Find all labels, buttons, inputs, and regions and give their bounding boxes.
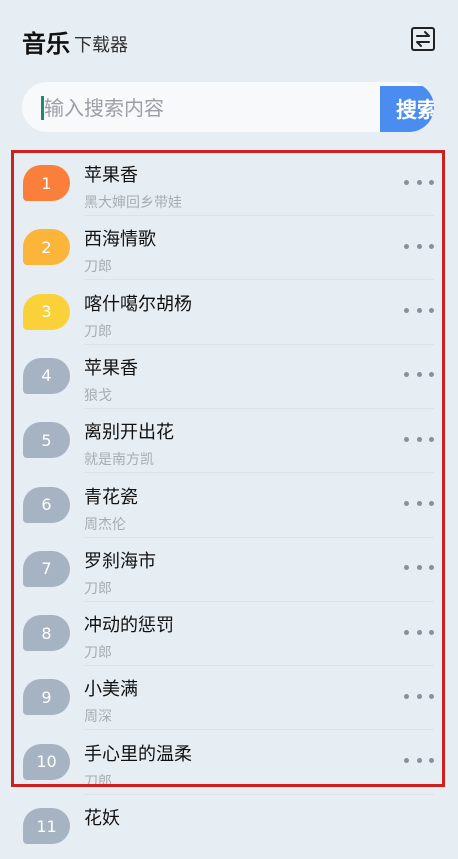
dot [404,565,409,571]
song-artist: 刀郎 [84,259,112,276]
dot [404,436,409,442]
dot [429,372,434,378]
song-artist: 刀郎 [84,773,112,790]
song-row[interactable]: 8 冲动的惩罚刀郎 [0,602,458,667]
rank-badge: 8 [23,615,70,652]
dot [416,243,422,249]
dot [416,179,422,185]
song-artist: 刀郎 [84,580,112,597]
more-options-icon[interactable] [404,494,434,514]
dot [416,436,422,442]
song-list: 1 苹果香 黑大婶回乡带娃 2 西海情歌 刀郎 3 喀什噶尔胡杨 刀郎 4 苹果香 狼戈 5 离别开出花就… [0,152,458,844]
dot [404,758,409,764]
search-bar: 搜索 [22,82,434,132]
song-title: 花妖 [84,808,120,829]
more-options-icon[interactable] [404,622,434,642]
switch-arrows-icon[interactable] [410,26,436,52]
song-artist: 黑大婶回乡带娃 [84,195,182,211]
more-options-icon[interactable] [404,236,434,256]
dot [429,308,434,314]
more-options-icon[interactable] [404,558,434,578]
song-row[interactable]: 6 青花瓷周杰伦 [0,474,458,538]
song-title: 冲动的惩罚 [84,615,174,637]
dot [429,436,434,442]
dot [416,565,422,571]
song-title: 手心里的温柔 [84,743,192,765]
rank-badge: 5 [23,422,70,459]
search-button[interactable]: 搜索 [380,86,434,132]
song-title: 青花瓷 [84,486,138,508]
dot [404,501,409,506]
song-row[interactable]: 1 苹果香黑大婶回乡带娃 [0,152,458,216]
dot [416,372,422,378]
song-row[interactable]: 7 罗刹海市刀郎 [0,538,458,602]
song-row[interactable]: 2 西海情歌刀郎 [0,216,458,281]
song-artist: 周杰伦 [84,516,126,533]
rank-badge: 2 [23,229,70,266]
more-options-icon[interactable] [404,172,434,192]
dot [416,693,422,699]
song-title: 苹果香 [84,357,138,379]
song-row[interactable]: 4 苹果香狼戈 [0,345,458,409]
song-title: 喀什噶尔胡杨 [84,293,192,315]
rank-badge: 6 [23,486,70,523]
song-artist: 狼戈 [84,387,112,404]
song-title: 罗刹海市 [84,550,156,572]
song-title: 西海情歌 [84,229,156,251]
song-artist: 周深 [84,709,112,726]
app-header: 音乐 下载器 [0,0,458,80]
song-artist: 刀郎 [84,645,112,662]
more-options-icon[interactable] [404,429,434,449]
song-row[interactable]: 5 离别开出花就是南方凯 [0,409,458,474]
song-artist: 刀郎 [84,323,112,340]
dot [429,243,434,249]
dot [404,179,409,185]
dot [429,501,434,506]
more-options-icon[interactable] [404,751,434,771]
song-artist: 就是南方凯 [84,452,154,469]
dot [429,179,434,185]
rank-badge: 9 [23,679,70,716]
app-subtitle: 下载器 [74,35,128,56]
more-options-icon[interactable] [404,365,434,385]
dot [404,372,409,378]
dot [416,308,422,314]
dot [416,501,422,506]
more-options-icon[interactable] [404,301,434,321]
rank-badge: 1 [23,165,70,201]
song-row[interactable]: 9 小美满周深 [0,666,458,731]
dot [429,629,434,635]
dot [429,758,434,764]
dot [429,693,434,699]
dot [404,243,409,249]
song-row[interactable]: 3 喀什噶尔胡杨刀郎 [0,281,458,345]
rank-badge: 3 [23,293,70,330]
song-title: 小美满 [84,679,138,701]
dot [404,308,409,314]
dot [416,629,422,635]
app-title: 音乐 [22,30,70,58]
song-title: 离别开出花 [84,422,174,444]
dot [429,565,434,571]
song-row[interactable]: 11 花妖 [0,795,458,859]
song-title: 苹果香 [84,165,138,186]
search-input[interactable] [42,82,376,132]
dot [404,629,409,635]
song-row[interactable]: 10 手心里的温柔刀郎 [0,731,458,795]
rank-badge: 4 [23,357,70,394]
rank-badge: 7 [23,550,70,587]
rank-badge: 11 [23,808,70,844]
more-options-icon[interactable] [404,686,434,706]
rank-badge: 10 [23,743,70,780]
dot [404,693,409,699]
dot [416,758,422,764]
